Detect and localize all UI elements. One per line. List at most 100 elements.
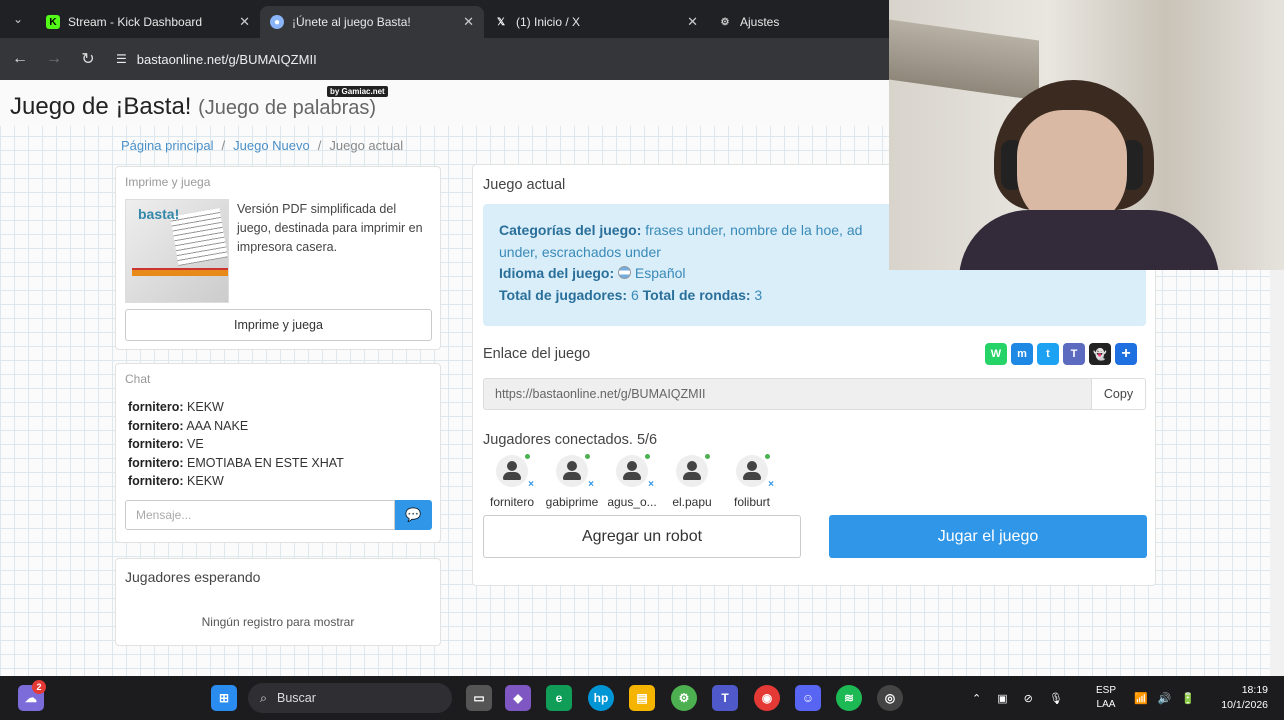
player-slot[interactable]: × fornitero <box>479 454 545 509</box>
waiting-title: Jugadores esperando <box>125 569 261 585</box>
share-plus-icon[interactable]: + <box>1115 343 1137 365</box>
tab-title: Stream - Kick Dashboard <box>68 15 203 29</box>
search-icon: ⌕ <box>260 690 268 705</box>
game-title: Juego actual <box>483 177 566 193</box>
microphone-icon[interactable]: 🎙 <box>1049 692 1063 705</box>
forward-icon[interactable]: → <box>44 50 64 68</box>
webcam-overlay <box>889 0 1284 270</box>
file-explorer-icon[interactable]: ▤ <box>629 685 655 711</box>
remove-player-icon[interactable]: × <box>648 479 654 490</box>
breadcrumb-new-game[interactable]: Juego Nuevo <box>233 138 310 153</box>
chat-input[interactable]: Mensaje... <box>125 500 395 530</box>
breadcrumb-home[interactable]: Página principal <box>121 138 214 153</box>
game-link-label: Enlace del juego <box>483 346 591 362</box>
twitter-icon[interactable]: t <box>1037 343 1059 365</box>
copilot-icon[interactable]: ◆ <box>505 685 531 711</box>
whatsapp-icon[interactable]: W <box>985 343 1007 365</box>
print-description: Versión PDF simplificada del juego, dest… <box>237 202 423 254</box>
print-button[interactable]: Imprime y juega <box>125 309 432 341</box>
waiting-players-card: Jugadores esperando Ningún registro para… <box>115 558 441 646</box>
gamiac-badge[interactable]: by Gamiac.net <box>327 86 388 97</box>
print-card: Imprime y juega basta! Versión PDF simpl… <box>115 166 441 350</box>
edge-icon[interactable]: e <box>546 685 572 711</box>
basta-icon: ● <box>270 15 284 29</box>
remove-player-icon[interactable]: × <box>588 479 594 490</box>
copy-link-button[interactable]: Copy <box>1091 378 1146 410</box>
spotify-icon[interactable]: ≋ <box>836 685 862 711</box>
windows-taskbar: ☁ 2 ⊞ ⌕ Buscar ▭ ◆ e hp ▤ ⚙ T ◉ ☺ ≋ ◎ ⌃ … <box>0 676 1284 720</box>
close-icon[interactable]: ✕ <box>687 14 698 30</box>
x-icon: 𝕏 <box>496 16 506 28</box>
chatgpt-icon[interactable]: ⚙ <box>671 685 697 711</box>
brand-name: Juego de ¡Basta! <box>10 93 192 120</box>
tray-app-icon[interactable]: ▣ <box>997 692 1007 705</box>
windows-start-icon[interactable]: ⊞ <box>211 685 237 711</box>
player-slot[interactable]: el.papu <box>659 454 725 509</box>
total-players-value: 6 <box>630 286 639 303</box>
chevron-up-icon[interactable]: ⌃ <box>972 692 981 705</box>
messenger-icon[interactable]: m <box>1011 343 1033 365</box>
remove-player-icon[interactable]: × <box>528 479 534 490</box>
tab-x[interactable]: 𝕏 (1) Inicio / X ✕ <box>484 6 708 38</box>
tab-basta[interactable]: ● ¡Únete al juego Basta! ✕ <box>260 6 484 38</box>
categories-label: Categorías del juego: <box>499 222 642 238</box>
clock[interactable]: 18:19 10/1/2026 <box>1210 683 1268 713</box>
remove-player-icon[interactable]: × <box>768 479 774 490</box>
chat-message: fornitero: AAA NAKE <box>128 418 249 433</box>
brand-title[interactable]: Juego de ¡Basta! (Juego de palabras) <box>10 93 376 121</box>
reload-icon[interactable]: ↻ <box>78 49 98 69</box>
empty-message: Ningún registro para mostrar <box>201 615 355 629</box>
language-label: Idioma del juego: <box>499 265 615 281</box>
discord-icon[interactable]: ☺ <box>795 685 821 711</box>
connected-players-label: Jugadores conectados. 5/6 <box>483 432 658 448</box>
site-info-icon[interactable]: ☰ <box>116 52 127 66</box>
player-name: foliburt <box>733 495 771 509</box>
tab-kick[interactable]: K Stream - Kick Dashboard ✕ <box>36 6 260 38</box>
lang-label: ESP <box>1096 685 1117 696</box>
notification-badge: 2 <box>32 680 46 694</box>
task-view-icon[interactable]: ▭ <box>466 685 492 711</box>
player-slot[interactable]: × agus_o... <box>599 454 665 509</box>
player-name: fornitero <box>489 495 535 509</box>
basta-logo: basta! <box>138 206 180 222</box>
print-card-title: Imprime y juega <box>125 175 211 189</box>
close-icon[interactable]: ✕ <box>463 14 474 30</box>
chat-card: Chat fornitero: KEKW fornitero: AAA NAKE… <box>115 363 441 543</box>
chat-messages: fornitero: KEKW fornitero: AAA NAKE forn… <box>128 398 344 491</box>
player-slot[interactable]: × foliburt <box>719 454 785 509</box>
mic-off-icon[interactable]: ⊘ <box>1024 692 1033 705</box>
teams-icon[interactable]: T <box>1063 343 1085 365</box>
player-name: agus_o... <box>607 495 657 509</box>
time: 18:19 <box>1241 684 1268 696</box>
taskbar-search[interactable]: ⌕ Buscar <box>248 683 452 713</box>
close-icon[interactable]: ✕ <box>239 14 250 30</box>
hp-icon[interactable]: hp <box>588 685 614 711</box>
game-link-input[interactable]: https://bastaonline.net/g/BUMAIQZMII <box>483 378 1092 410</box>
system-tray: ⌃ ▣ ⊘ 🎙 <box>972 676 1063 720</box>
back-icon[interactable]: ← <box>10 50 30 68</box>
volume-icon: 🔊 <box>1157 692 1172 705</box>
network-volume-battery[interactable]: 📶 🔊 🔋 <box>1134 676 1195 720</box>
player-name: el.papu <box>672 495 712 509</box>
chat-message: fornitero: KEKW <box>128 400 224 414</box>
date: 10/1/2026 <box>1221 699 1268 711</box>
url-text: bastaonline.net/g/BUMAIQZMII <box>136 51 317 67</box>
player-slot[interactable]: × gabiprime <box>539 454 605 509</box>
player-name: gabiprime <box>545 495 599 509</box>
total-rounds-value: 3 <box>754 286 763 303</box>
obs-icon[interactable]: ◎ <box>877 685 903 711</box>
chat-bubble-icon: 💬 <box>405 507 422 522</box>
pdf-preview-image[interactable]: basta! <box>125 199 229 303</box>
user-icon: × <box>556 454 594 490</box>
teams-icon[interactable]: T <box>712 685 738 711</box>
address-bar[interactable]: ☰ bastaonline.net/g/BUMAIQZMII <box>112 44 872 74</box>
page-scrollbar[interactable] <box>1270 270 1284 676</box>
play-game-button[interactable]: Jugar el juego <box>829 515 1147 558</box>
add-robot-button[interactable]: Agregar un robot <box>483 515 801 558</box>
tab-search-icon[interactable]: ⌄ <box>0 0 36 38</box>
snapchat-icon[interactable]: 👻 <box>1089 343 1111 365</box>
input-language[interactable]: ESP LAA <box>1096 676 1116 720</box>
chrome-icon[interactable]: ◉ <box>754 685 780 711</box>
user-icon: × <box>616 454 654 490</box>
send-message-button[interactable]: 💬 <box>395 500 432 530</box>
